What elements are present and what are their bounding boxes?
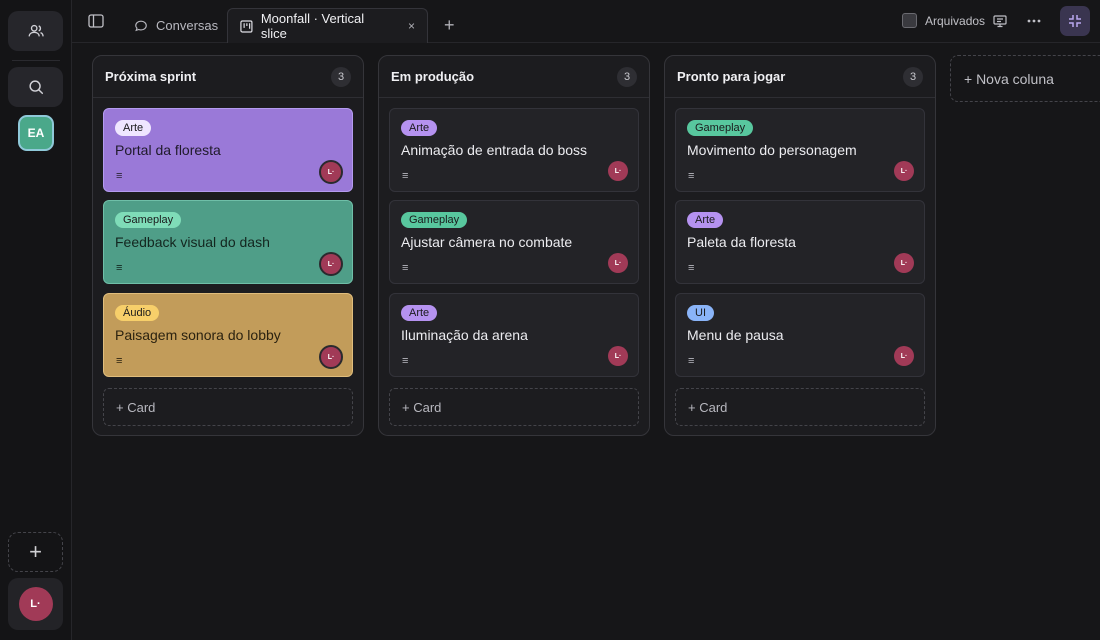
tab-label: Conversas xyxy=(156,18,219,33)
new-column-button[interactable]: + Nova coluna xyxy=(950,55,1100,102)
description-icon: ≡ xyxy=(688,262,695,274)
card-title: Feedback visual do dash xyxy=(115,234,270,250)
tag-badge: Arte xyxy=(401,305,438,321)
column-title: Pronto para jogar xyxy=(677,69,786,84)
rail-divider xyxy=(12,60,60,61)
people-button[interactable] xyxy=(8,11,63,51)
description-icon: ≡ xyxy=(688,355,695,367)
add-workspace-button[interactable]: + xyxy=(8,532,63,572)
card[interactable]: Áudio Paisagem sonora do lobby ≡ L· xyxy=(103,293,353,377)
column-header[interactable]: Pronto para jogar 3 xyxy=(665,56,935,98)
column-title: Em produção xyxy=(391,69,475,84)
card[interactable]: Arte Portal da floresta ≡ L· xyxy=(103,108,353,192)
new-tab-button[interactable]: + xyxy=(444,16,455,34)
tag-badge: Arte xyxy=(687,212,724,228)
archived-checkbox[interactable] xyxy=(902,13,917,28)
column-header[interactable]: Em produção 3 xyxy=(379,56,649,98)
tag-badge: Áudio xyxy=(115,305,160,321)
tag-badge: UI xyxy=(687,305,714,321)
more-icon xyxy=(1027,19,1041,23)
column-proxima-sprint: Próxima sprint 3 Arte Portal da floresta… xyxy=(92,55,364,436)
avatar: L· xyxy=(319,160,343,184)
present-button[interactable] xyxy=(992,13,1008,29)
avatar: L· xyxy=(18,587,53,621)
avatar: L· xyxy=(319,345,343,369)
tab-moonfall-board[interactable]: Moonfall · Vertical slice × xyxy=(227,8,428,43)
card-count-badge: 3 xyxy=(331,66,351,87)
tag-badge: Gameplay xyxy=(115,212,182,228)
description-icon: ≡ xyxy=(116,262,123,274)
card[interactable]: Gameplay Ajustar câmera no combate ≡ L· xyxy=(389,200,639,284)
archived-label: Arquivados xyxy=(925,13,986,28)
card-title: Ajustar câmera no combate xyxy=(401,234,573,250)
card-count-badge: 3 xyxy=(903,66,923,87)
board-icon xyxy=(240,19,253,33)
top-bar: Conversas Moonfall · Vertical slice × + … xyxy=(72,0,1100,43)
card-title: Animação de entrada do boss xyxy=(401,142,588,158)
card[interactable]: Arte Animação de entrada do boss ≡ L· xyxy=(389,108,639,192)
card[interactable]: Gameplay Movimento do personagem ≡ L· xyxy=(675,108,925,192)
description-icon: ≡ xyxy=(688,170,695,182)
search-icon xyxy=(28,80,43,95)
description-icon: ≡ xyxy=(116,355,123,367)
avatar: L· xyxy=(319,252,343,276)
card-title: Iluminação da arena xyxy=(401,327,528,343)
card[interactable]: Arte Iluminação da arena ≡ L· xyxy=(389,293,639,377)
tab-conversas[interactable]: Conversas xyxy=(122,8,230,43)
column-title: Próxima sprint xyxy=(105,69,197,84)
card[interactable]: UI Menu de pausa ≡ L· xyxy=(675,293,925,377)
column-header[interactable]: Próxima sprint 3 xyxy=(93,56,363,98)
column-pronto-para-jogar: Pronto para jogar 3 Gameplay Movimento d… xyxy=(664,55,936,436)
avatar: L· xyxy=(608,253,628,273)
tag-badge: Arte xyxy=(115,120,152,136)
left-rail: EA + L· xyxy=(0,0,72,640)
avatar: L· xyxy=(894,161,914,181)
workspace-badge[interactable]: EA xyxy=(18,115,54,151)
tab-label: Moonfall · Vertical slice xyxy=(260,11,365,41)
more-options-button[interactable] xyxy=(1026,13,1042,29)
column-em-producao: Em produção 3 Arte Animação de entrada d… xyxy=(378,55,650,436)
avatar: L· xyxy=(894,253,914,273)
avatar: L· xyxy=(608,161,628,181)
search-button[interactable] xyxy=(8,67,63,107)
tag-badge: Gameplay xyxy=(687,120,754,136)
presentation-icon xyxy=(993,15,1007,28)
card[interactable]: Gameplay Feedback visual do dash ≡ L· xyxy=(103,200,353,284)
collapse-button[interactable] xyxy=(1060,6,1090,36)
card-title: Paisagem sonora do lobby xyxy=(115,327,281,343)
card-title: Portal da floresta xyxy=(115,142,221,158)
description-icon: ≡ xyxy=(116,170,123,182)
user-menu-button[interactable]: L· xyxy=(8,578,63,630)
card-title: Movimento do personagem xyxy=(687,142,857,158)
card-title: Menu de pausa xyxy=(687,327,784,343)
avatar: L· xyxy=(608,346,628,366)
add-card-button[interactable]: + Card xyxy=(103,388,353,426)
tag-badge: Gameplay xyxy=(401,212,468,228)
archived-toggle[interactable]: Arquivados xyxy=(902,13,985,28)
sidebar-toggle-icon[interactable] xyxy=(88,14,104,28)
add-card-button[interactable]: + Card xyxy=(389,388,639,426)
card-count-badge: 3 xyxy=(617,66,637,87)
card[interactable]: Arte Paleta da floresta ≡ L· xyxy=(675,200,925,284)
people-icon xyxy=(28,24,44,37)
description-icon: ≡ xyxy=(402,355,409,367)
add-card-button[interactable]: + Card xyxy=(675,388,925,426)
chat-bubble-icon xyxy=(135,20,147,31)
card-title: Paleta da floresta xyxy=(687,234,796,250)
close-icon[interactable]: × xyxy=(408,19,415,33)
tag-badge: Arte xyxy=(401,120,438,136)
avatar: L· xyxy=(894,346,914,366)
description-icon: ≡ xyxy=(402,170,409,182)
description-icon: ≡ xyxy=(402,262,409,274)
collapse-icon xyxy=(1069,15,1081,27)
